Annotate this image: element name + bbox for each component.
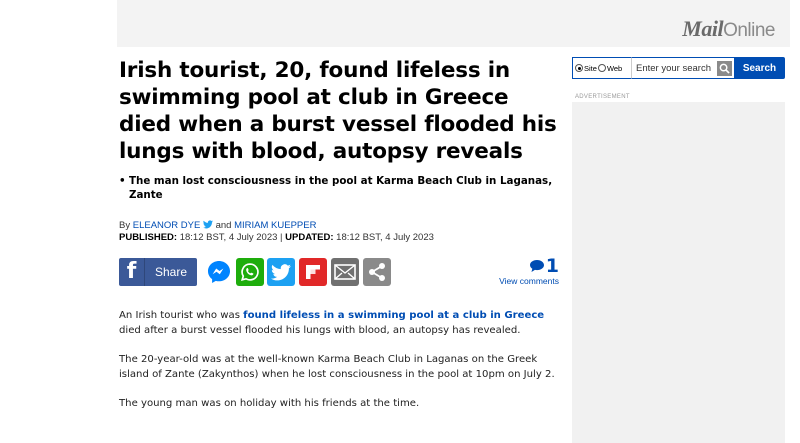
search-icon-button[interactable] [715,57,734,79]
email-share-button[interactable] [331,258,359,286]
flipboard-share-button[interactable] [299,258,327,286]
logo-online: Online [723,20,775,41]
author-link-eleanor-dye[interactable]: ELEANOR DYE [133,220,201,231]
search-icon [717,60,732,76]
radio-site[interactable] [575,64,583,72]
published-label: PUBLISHED: [119,232,178,243]
share-nodes-icon [369,263,385,281]
radio-web-label: Web [606,63,623,73]
facebook-icon: f [119,258,145,286]
byline: By ELEANOR DYE and MIRIAM KUEPPER [119,220,559,232]
article-summary: The man lost consciousness in the pool a… [119,174,559,202]
updated-label: UPDATED: [285,232,334,243]
mailonline-logo[interactable]: MailOnline [682,16,775,42]
author-link-miriam-kuepper[interactable]: MIRIAM KUEPPER [234,220,316,231]
twitter-icon [271,263,291,280]
whatsapp-icon [240,263,259,282]
updated-value: 18:12 BST, 4 July 2023 [333,232,434,243]
paragraph-2: The 20-year-old was at the well-known Ka… [119,354,555,380]
related-article-link[interactable]: found lifeless in a swimming pool at a c… [243,310,544,321]
byline-and: and [212,220,235,231]
paragraph-3: The young man was on holiday with his fr… [119,398,420,409]
comments-link[interactable]: 1 View comments [499,256,559,287]
envelope-icon [334,264,356,280]
view-comments-label: View comments [499,276,559,286]
messenger-share-button[interactable] [205,258,233,286]
messenger-icon [208,261,230,283]
facebook-share-button[interactable]: f Share [119,258,197,286]
share-bar: f Share 1 View comments [119,256,559,288]
search-button[interactable]: Search [734,57,785,79]
article-dates: PUBLISHED: 18:12 BST, 4 July 2023 | UPDA… [119,232,559,244]
twitter-share-button[interactable] [267,258,295,286]
twitter-bird-icon[interactable] [202,220,213,229]
comment-count: 1 [545,255,559,277]
more-share-button[interactable] [363,258,391,286]
speech-bubble-icon [529,260,544,272]
advertisement-slot[interactable] [572,102,785,443]
facebook-share-label: Share [154,265,188,279]
article: Irish tourist, 20, found lifeless in swi… [119,57,559,411]
summary-bullet: The man lost consciousness in the pool a… [119,174,559,202]
article-body: An Irish tourist who was found lifeless … [119,308,559,411]
article-headline: Irish tourist, 20, found lifeless in swi… [119,58,557,164]
advertisement-label: ADVERTISEMENT [575,94,630,100]
radio-web[interactable] [597,64,606,72]
byline-prefix: By [119,220,133,231]
search-input[interactable]: Enter your search [631,57,715,79]
whatsapp-share-button[interactable] [236,258,264,286]
flipboard-icon [306,265,320,279]
published-value: 18:12 BST, 4 July 2023 | [177,232,286,243]
site-search: Site Web Enter your search Search [572,57,785,79]
paragraph-1: An Irish tourist who was found lifeless … [119,310,545,336]
top-banner: MailOnline [117,0,790,47]
logo-mail: Mail [682,16,724,41]
radio-site-label: Site [584,63,597,73]
search-scope: Site Web [572,57,631,79]
